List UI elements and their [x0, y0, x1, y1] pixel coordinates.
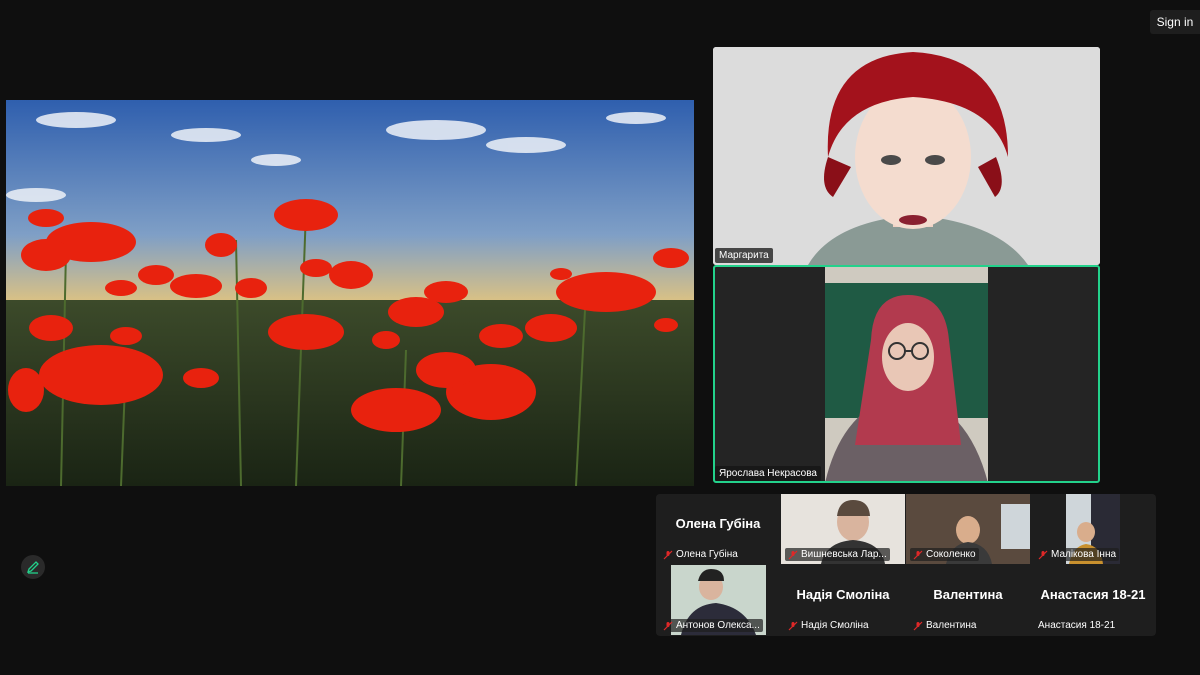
sign-in-button[interactable]: Sign in — [1150, 10, 1200, 34]
gallery-tile[interactable]: Валентина Валентина — [906, 565, 1030, 635]
mic-muted-icon — [663, 550, 673, 559]
participant-label: Соколенко — [910, 548, 979, 561]
pencil-icon — [26, 561, 39, 574]
participant-name: Малікова Інна — [1051, 549, 1117, 560]
gallery-tile[interactable]: Олена Губіна Олена Губіна — [656, 494, 780, 564]
participant-label: Олена Губіна — [660, 548, 741, 561]
mic-muted-icon — [788, 550, 798, 559]
participant-name: Анастасия 18-21 — [1038, 620, 1116, 631]
poppy-field-image — [6, 100, 694, 486]
participant-label: Надія Смоліна — [785, 619, 872, 632]
mic-muted-icon — [663, 621, 673, 630]
shared-screen — [6, 100, 694, 486]
gallery-strip: Олена Губіна Олена Губіна Вишневська Лар… — [656, 494, 1156, 636]
participant-label: Антонов Олекса... — [660, 619, 763, 632]
participant-name: Надія Смоліна — [801, 620, 869, 631]
participant-label: Вишневська Лар... — [785, 548, 890, 561]
mic-muted-icon — [1038, 550, 1048, 559]
participant-video — [825, 265, 988, 483]
participant-label: Валентина — [910, 619, 980, 632]
participant-name: Валентина — [926, 620, 977, 631]
participant-avatar-name: Надія Смоліна — [796, 587, 890, 602]
participant-name: Соколенко — [926, 549, 976, 560]
participant-name: Вишневська Лар... — [801, 549, 887, 560]
participant-video — [713, 47, 1100, 265]
participant-label: Анастасия 18-21 — [1035, 619, 1119, 632]
mic-muted-icon — [913, 621, 923, 630]
annotate-button[interactable] — [21, 555, 45, 579]
participant-name-label: Ярослава Некрасова — [715, 466, 821, 481]
gallery-tile[interactable]: Малікова Інна — [1031, 494, 1155, 564]
gallery-tile[interactable]: Антонов Олекса... — [656, 565, 780, 635]
gallery-tile[interactable]: Анастасия 18-21 Анастасия 18-21 — [1031, 565, 1155, 635]
participant-label: Малікова Інна — [1035, 548, 1120, 561]
participant-name-label: Маргарита — [715, 248, 773, 263]
participant-avatar-name: Олена Губіна — [675, 516, 761, 531]
gallery-tile[interactable]: Вишневська Лар... — [781, 494, 905, 564]
participant-avatar-name: Валентина — [933, 587, 1003, 602]
participant-name: Антонов Олекса... — [676, 620, 760, 631]
active-speaker-video-tile[interactable]: Ярослава Некрасова — [713, 265, 1100, 483]
mic-muted-icon — [913, 550, 923, 559]
participant-name: Олена Губіна — [676, 549, 738, 560]
gallery-tile[interactable]: Соколенко — [906, 494, 1030, 564]
speaker-video-tile[interactable]: Маргарита — [713, 47, 1100, 265]
gallery-tile[interactable]: Надія Смоліна Надія Смоліна — [781, 565, 905, 635]
mic-muted-icon — [788, 621, 798, 630]
participant-avatar-name: Анастасия 18-21 — [1040, 587, 1146, 602]
